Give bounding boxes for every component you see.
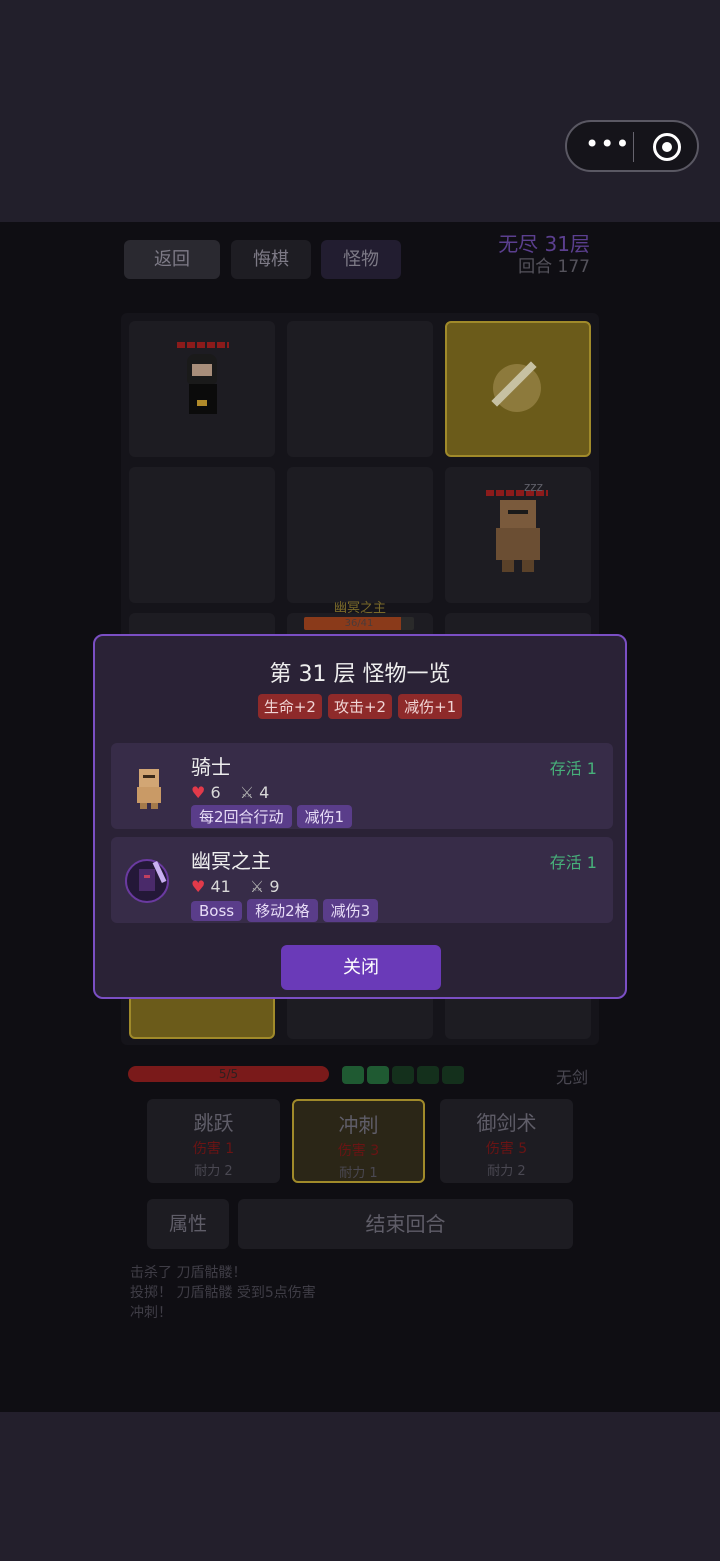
stamina-pip <box>392 1066 414 1084</box>
monster-card-boss: 幽冥之主 存活 1 ♥ 41 ⚔ 9 Boss 移动2格 减伤3 <box>111 837 613 923</box>
heart-icon: ♥ <box>191 877 206 896</box>
stamina-pip <box>342 1066 364 1084</box>
miniprogram-capsule[interactable]: ••• <box>565 120 699 172</box>
alive-count: 存活 1 <box>549 853 597 872</box>
monster-name: 骑士 <box>191 755 231 779</box>
player-face <box>192 364 212 376</box>
alive-count: 存活 1 <box>549 759 597 778</box>
player-belt <box>197 400 207 406</box>
skill-sword-control-button[interactable]: 御剑术 伤害 5 耐力 2 <box>440 1099 573 1183</box>
boss-hp-text: 36/41 <box>344 618 374 629</box>
end-turn-button[interactable]: 结束回合 <box>238 1199 573 1249</box>
player-character[interactable] <box>177 342 229 418</box>
monster-tag: 减伤3 <box>322 899 379 922</box>
knight-legs <box>502 560 534 572</box>
log-line: 击杀了 刀盾骷髅！ <box>130 1265 247 1281</box>
stamina-pips <box>342 1066 467 1084</box>
board-cell[interactable] <box>287 321 433 457</box>
sleep-indicator: zzz <box>524 480 543 494</box>
board-cell[interactable] <box>129 467 275 603</box>
log-line: 冲刺！ <box>130 1305 172 1321</box>
stamina-pip <box>442 1066 464 1084</box>
stamina-pip <box>417 1066 439 1084</box>
crossed-swords-icon: ⚔ <box>249 877 265 896</box>
capsule-divider <box>633 132 634 162</box>
knight-visor <box>508 510 528 514</box>
monster-list-modal: 第 31 层 怪物一览 生命+2 攻击+2 减伤+1 骑士 存活 1 ♥ 6 ⚔… <box>93 634 627 999</box>
monster-tags: 每2回合行动 减伤1 <box>191 805 357 828</box>
monster-atk: 4 <box>259 783 270 802</box>
monsters-button[interactable]: 怪物 <box>321 240 401 279</box>
monster-card-knight: 骑士 存活 1 ♥ 6 ⚔ 4 每2回合行动 减伤1 <box>111 743 613 829</box>
knight-enemy[interactable]: zzz <box>486 480 548 574</box>
monster-stats: ♥ 6 ⚔ 4 <box>191 783 269 802</box>
monster-stats: ♥ 41 ⚔ 9 <box>191 877 280 896</box>
close-button[interactable]: 关闭 <box>281 945 441 990</box>
monster-name: 幽冥之主 <box>191 849 271 873</box>
close-miniprogram-icon[interactable] <box>653 133 681 161</box>
monster-tag: Boss <box>191 901 243 921</box>
combat-log: 击杀了 刀盾骷髅！ 投掷！ 刀盾骷髅 受到5点伤害 冲刺！ <box>130 1263 316 1323</box>
boss-name-label: 幽冥之主 <box>333 601 386 616</box>
knight-portrait-icon <box>123 765 173 811</box>
skill-cost: 耐力 2 <box>487 1164 526 1179</box>
skill-name: 御剑术 <box>476 1111 537 1135</box>
floor-label: 无尽 31层 <box>498 232 590 256</box>
skill-name: 跳跃 <box>193 1111 234 1135</box>
monster-atk: 9 <box>269 877 280 896</box>
floor-modifiers: 生命+2 攻击+2 减伤+1 <box>95 694 625 719</box>
floor-info: 无尽 31层 回合 177 <box>498 232 590 278</box>
knight-head <box>500 500 536 528</box>
modal-title: 第 31 层 怪物一览 <box>269 662 451 687</box>
weapon-status: 无剑 <box>556 1068 589 1087</box>
monster-tag: 移动2格 <box>247 899 318 922</box>
player-hp-pips <box>177 342 229 348</box>
modifier-badge: 生命+2 <box>257 694 322 719</box>
skill-dash-button[interactable]: 冲刺 伤害 3 耐力 1 <box>292 1099 425 1183</box>
modifier-badge: 减伤+1 <box>398 694 463 719</box>
crossed-swords-icon: ⚔ <box>239 783 255 802</box>
back-button[interactable]: 返回 <box>124 240 220 279</box>
log-line: 投掷！ 刀盾骷髅 受到5点伤害 <box>130 1285 316 1301</box>
sword-pickup-icon <box>493 364 541 412</box>
status-bar-area: ••• <box>0 0 720 222</box>
undo-button[interactable]: 悔棋 <box>231 240 311 279</box>
more-icon[interactable]: ••• <box>585 132 629 156</box>
board-cell[interactable] <box>287 467 433 603</box>
player-hp-bar: 5/5 <box>128 1066 329 1082</box>
stamina-pip <box>367 1066 389 1084</box>
attributes-button[interactable]: 属性 <box>147 1199 229 1249</box>
monster-hp: 41 <box>210 877 231 896</box>
monster-tags: Boss 移动2格 减伤3 <box>191 899 383 922</box>
round-label: 回合 177 <box>518 257 590 277</box>
heart-icon: ♥ <box>191 783 206 802</box>
modifier-badge: 攻击+2 <box>327 694 393 719</box>
skill-damage: 伤害 3 <box>337 1143 380 1159</box>
monster-tag: 每2回合行动 <box>191 805 292 828</box>
knight-body <box>496 528 540 560</box>
bottom-strip <box>0 1412 720 1561</box>
skill-damage: 伤害 5 <box>485 1141 528 1157</box>
boss-portrait-icon <box>123 859 173 905</box>
boss-hp-bar: 36/41 <box>304 617 414 630</box>
skill-jump-button[interactable]: 跳跃 伤害 1 耐力 2 <box>147 1099 280 1183</box>
skill-cost: 耐力 2 <box>194 1164 233 1179</box>
skill-damage: 伤害 1 <box>192 1141 235 1157</box>
player-body <box>189 384 217 414</box>
skill-name: 冲刺 <box>338 1113 379 1137</box>
monster-hp: 6 <box>210 783 221 802</box>
monster-tag: 减伤1 <box>296 805 353 828</box>
skill-cost: 耐力 1 <box>339 1166 378 1181</box>
